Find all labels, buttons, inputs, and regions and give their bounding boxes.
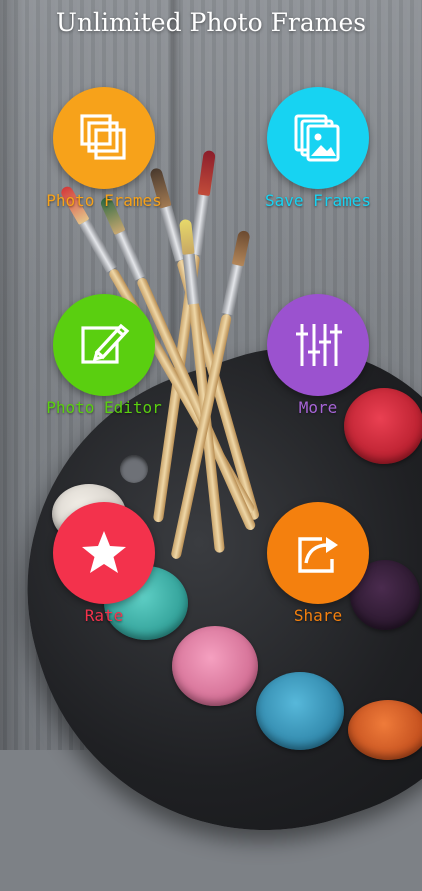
stacked-frames-icon [76, 110, 132, 166]
share-circle[interactable] [267, 502, 369, 604]
photo-frames-circle[interactable] [53, 87, 155, 189]
app-title: Unlimited Photo Frames [55, 8, 367, 37]
share-button[interactable]: Share [243, 502, 393, 625]
sliders-icon [291, 318, 345, 372]
paint-well-pink [172, 626, 258, 706]
photo-editor-circle[interactable] [53, 294, 155, 396]
rate-button[interactable]: Rate [29, 502, 179, 625]
rate-label: Rate [84, 606, 124, 625]
palette-thumb-hole [120, 455, 148, 483]
share-arrow-icon [292, 527, 344, 579]
more-circle[interactable] [267, 294, 369, 396]
star-icon [79, 528, 129, 578]
rate-circle[interactable] [53, 502, 155, 604]
save-frames-label: Save Frames [265, 191, 371, 210]
photo-editor-label: Photo Editor [46, 398, 162, 417]
photo-editor-button[interactable]: Photo Editor [29, 294, 179, 417]
share-label: Share [293, 606, 343, 625]
save-frames-button[interactable]: Save Frames [243, 87, 393, 210]
photo-frames-label: Photo Frames [46, 191, 162, 210]
photo-stack-icon [290, 110, 346, 166]
edit-pencil-icon [77, 318, 131, 372]
paint-well-blue [256, 672, 344, 750]
save-frames-circle[interactable] [267, 87, 369, 189]
more-button[interactable]: More [243, 294, 393, 417]
paint-well-orange [348, 700, 422, 760]
photo-frames-button[interactable]: Photo Frames [29, 87, 179, 210]
more-label: More [298, 398, 338, 417]
